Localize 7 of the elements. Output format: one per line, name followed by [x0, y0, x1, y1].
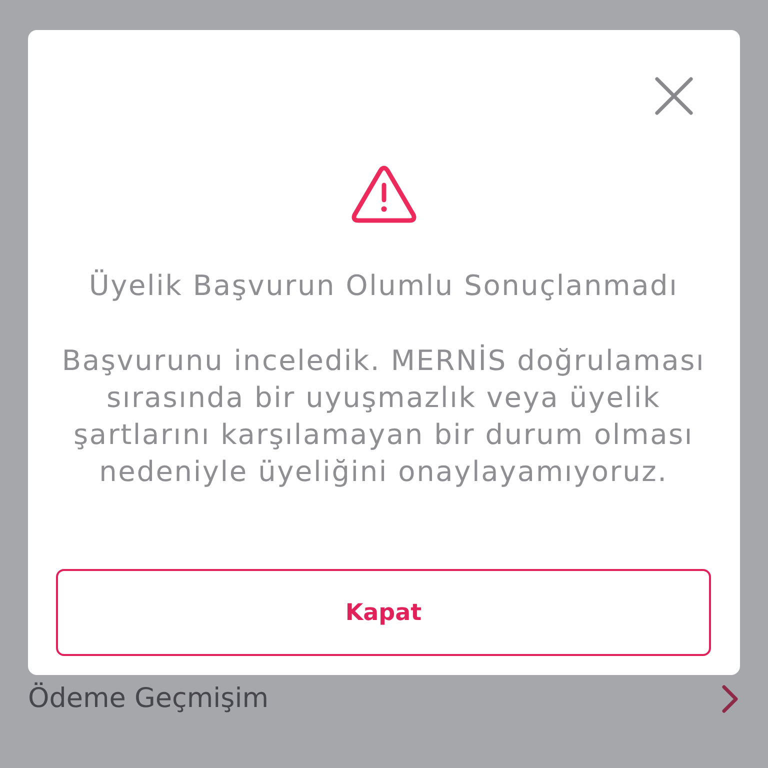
- dialog-message: Başvurunu inceledik. MERNİS doğrulaması sırasında bir uyuşmazlık veya üyelik şartlarını karşılamayan bir durum olması nedeniyle üyeliğini onaylayamıyoruz.: [60, 343, 706, 490]
- close-icon: [655, 77, 693, 115]
- menu-item[interactable]: Ödeme Geçmişim: [28, 682, 269, 716]
- chevron-icon: [722, 685, 738, 713]
- dialog-title: Üyelik Başvurun Olumlu Sonuçlanmadı: [88, 270, 678, 302]
- warning-icon: [350, 165, 416, 223]
- close-dialog-button[interactable]: Kapat: [56, 569, 711, 656]
